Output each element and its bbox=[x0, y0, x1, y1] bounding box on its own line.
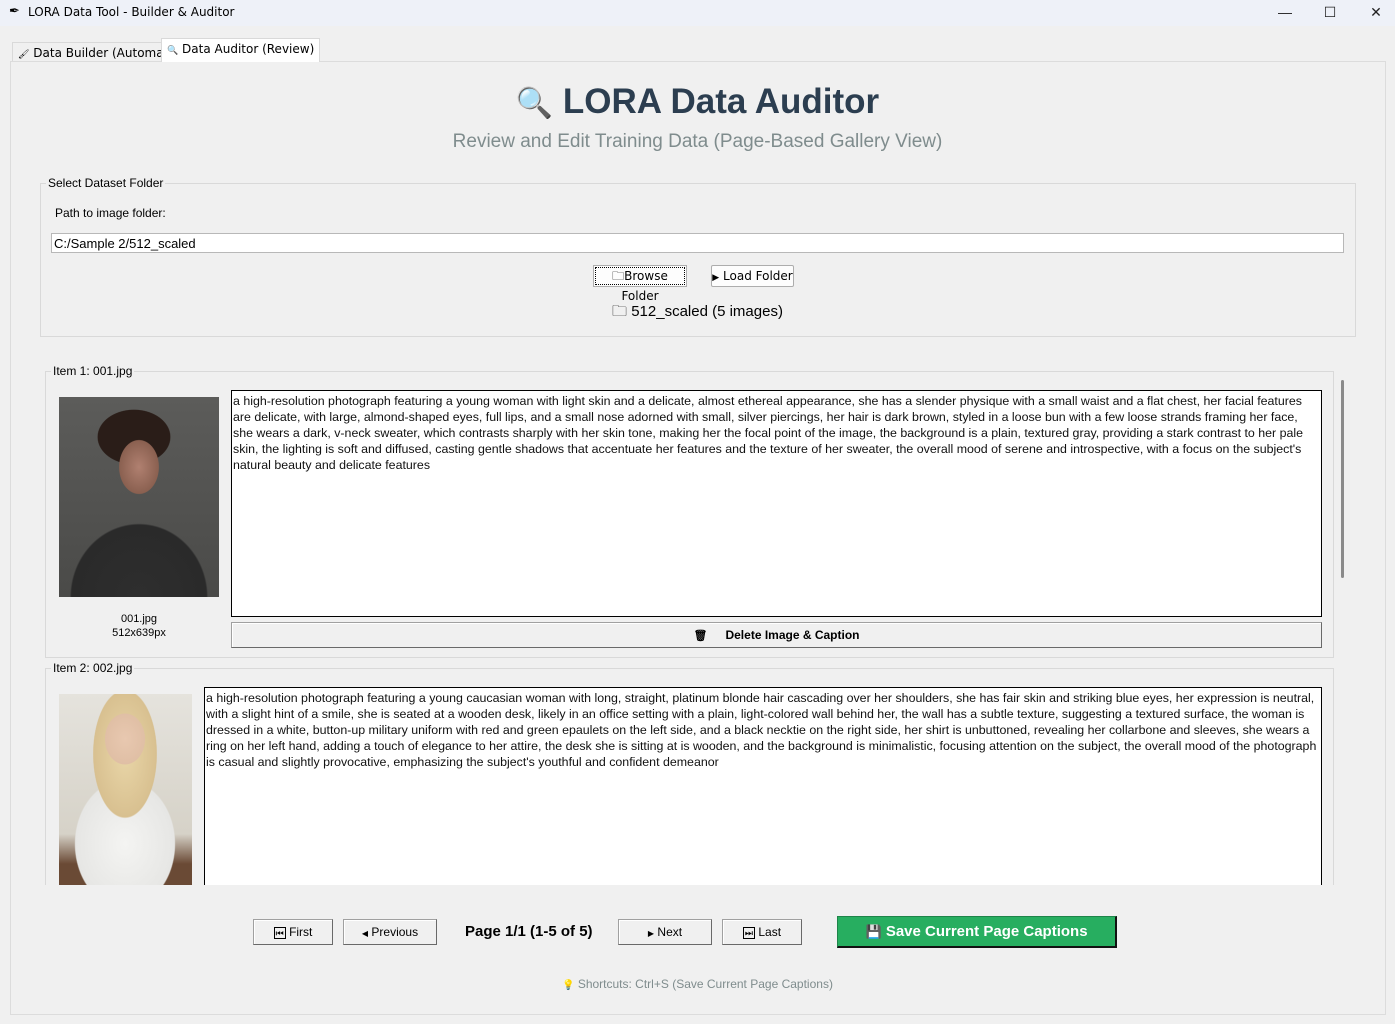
save-icon: 💾 bbox=[865, 924, 882, 939]
item-thumbnail-image[interactable] bbox=[59, 694, 192, 885]
search-icon: 🔍 bbox=[515, 87, 554, 120]
triangle-right-icon: ▶ bbox=[647, 929, 655, 938]
item-label: Item 2: 002.jpg bbox=[51, 661, 135, 675]
first-page-button[interactable]: ⏮ First bbox=[253, 919, 333, 945]
folder-icon: 🗀 bbox=[612, 303, 628, 320]
last-label: Last bbox=[758, 925, 782, 939]
app-feather-icon: ✒ bbox=[9, 3, 20, 18]
maximize-button[interactable]: ☐ bbox=[1307, 0, 1353, 24]
item-thumbnail-image[interactable] bbox=[59, 397, 219, 597]
next-label: Next bbox=[657, 925, 683, 939]
last-page-button[interactable]: ⏭ Last bbox=[722, 919, 802, 945]
dataset-group-label: Select Dataset Folder bbox=[46, 176, 166, 190]
save-label: Save Current Page Captions bbox=[885, 923, 1088, 940]
item-dimensions: 512x639px bbox=[112, 627, 166, 639]
item-filename: 001.jpg bbox=[120, 613, 158, 625]
page-title: 🔍 LORA Data Auditor bbox=[0, 82, 1395, 122]
gallery-scroll-area: Item 1: 001.jpg 001.jpg 512x639px a high… bbox=[45, 362, 1335, 885]
first-label: First bbox=[289, 925, 313, 939]
minimize-button[interactable]: — bbox=[1262, 0, 1308, 24]
trash-icon: 🗑 bbox=[693, 630, 708, 642]
save-captions-button[interactable]: 💾 Save Current Page Captions bbox=[837, 916, 1117, 948]
tab-data-auditor[interactable]: 🔍 Data Auditor (Review) bbox=[161, 38, 321, 62]
title-bar: ✒ LORA Data Tool - Builder & Auditor — ☐… bbox=[0, 0, 1395, 26]
tab-label: Data Auditor (Review) bbox=[182, 42, 315, 56]
tab-label: Data Builder (Automate) bbox=[33, 46, 181, 60]
brush-icon: 🖌 bbox=[18, 50, 30, 60]
delete-image-caption-button[interactable]: 🗑 Delete Image & Caption bbox=[231, 622, 1322, 648]
path-input[interactable] bbox=[51, 233, 1344, 253]
play-icon: ▶ bbox=[712, 273, 720, 283]
folder-icon: 🗀 bbox=[612, 269, 625, 283]
skip-back-icon: ⏮ bbox=[273, 927, 286, 939]
item-label: Item 1: 001.jpg bbox=[51, 364, 135, 378]
page-subtitle: Review and Edit Training Data (Page-Base… bbox=[452, 131, 943, 152]
magnifier-icon: 🔍 bbox=[167, 46, 179, 56]
page-info: Page 1/1 (1-5 of 5) bbox=[465, 923, 593, 940]
load-folder-button[interactable]: ▶ Load Folder bbox=[711, 265, 794, 287]
previous-page-button[interactable]: ◀ Previous bbox=[343, 919, 437, 945]
delete-label: Delete Image & Caption bbox=[725, 628, 860, 642]
folder-info-text: 512_scaled (5 images) bbox=[631, 303, 783, 320]
shortcuts-text: Shortcuts: Ctrl+S (Save Current Page Cap… bbox=[577, 977, 833, 991]
page-title-text: LORA Data Auditor bbox=[562, 82, 880, 121]
folder-info: 🗀 512_scaled (5 images) bbox=[0, 301, 1395, 326]
next-page-button[interactable]: ▶ Next bbox=[618, 919, 712, 945]
gallery-scrollbar[interactable] bbox=[1341, 380, 1344, 578]
caption-textarea[interactable]: a high-resolution photograph featuring a… bbox=[231, 390, 1322, 617]
browse-folder-button[interactable]: 🗀Browse Folder bbox=[593, 265, 687, 303]
shortcuts-hint: 💡 Shortcuts: Ctrl+S (Save Current Page C… bbox=[0, 977, 1395, 991]
skip-forward-icon: ⏭ bbox=[742, 927, 756, 939]
caption-textarea[interactable]: a high-resolution photograph featuring a… bbox=[204, 687, 1322, 885]
previous-label: Previous bbox=[371, 925, 419, 939]
close-button[interactable]: ✕ bbox=[1353, 0, 1395, 24]
lightbulb-icon: 💡 bbox=[562, 980, 575, 991]
window-title: LORA Data Tool - Builder & Auditor bbox=[28, 5, 235, 19]
triangle-left-icon: ◀ bbox=[361, 929, 369, 938]
path-label: Path to image folder: bbox=[55, 206, 166, 220]
load-label: Load Folder bbox=[723, 269, 793, 283]
